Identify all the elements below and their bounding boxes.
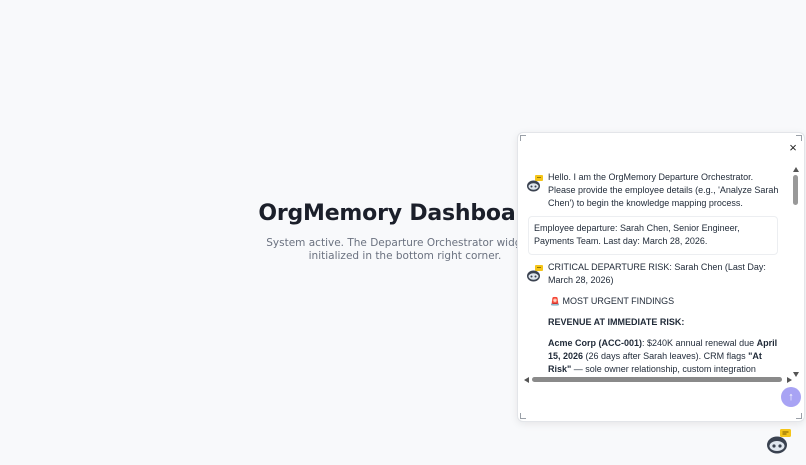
- risk-item: Acme Corp (ACC-001): $240K annual renewa…: [548, 337, 782, 375]
- risk-text: (26 days after Sarah leaves). CRM flags: [583, 351, 749, 361]
- user-message: Employee departure: Sarah Chen, Senior E…: [528, 216, 778, 255]
- horizontal-scroll-thumb[interactable]: [532, 377, 782, 382]
- scroll-right-icon[interactable]: [787, 377, 792, 383]
- robot-chat-icon: [527, 265, 543, 282]
- scroll-down-icon[interactable]: [793, 372, 799, 377]
- page-title: OrgMemory Dashboard: [258, 201, 542, 226]
- bot-message-text: Hello. I am the OrgMemory Departure Orch…: [548, 172, 779, 208]
- bot-message: CRITICAL DEPARTURE RISK: Sarah Chen (Las…: [518, 261, 790, 375]
- message-input[interactable]: [524, 387, 774, 411]
- findings-label: MOST URGENT FINDINGS: [562, 296, 675, 306]
- resize-corner-bottom-right[interactable]: [796, 413, 802, 419]
- bot-message: Hello. I am the OrgMemory Departure Orch…: [518, 171, 790, 210]
- chat-launcher-button[interactable]: [765, 428, 793, 456]
- scroll-left-icon[interactable]: [524, 377, 529, 383]
- section-heading: REVENUE AT IMMEDIATE RISK:: [548, 317, 685, 327]
- message-list[interactable]: Hello. I am the OrgMemory Departure Orch…: [518, 167, 790, 375]
- vertical-scroll-thumb[interactable]: [793, 175, 798, 205]
- account-name: Acme Corp (ACC-001): [548, 338, 643, 348]
- scroll-up-icon[interactable]: [793, 167, 799, 172]
- risk-text: : $240K annual renewal due: [642, 338, 757, 348]
- vertical-scrollbar[interactable]: [792, 167, 802, 377]
- report-heading: CRITICAL DEPARTURE RISK: Sarah Chen (Las…: [548, 262, 766, 285]
- orchestrator-widget: × Hello. I am the OrgMemory Departure Or…: [517, 132, 805, 422]
- robot-chat-icon: [767, 429, 791, 454]
- send-button[interactable]: ↑: [781, 387, 801, 407]
- findings-line: 🚨 MOST URGENT FINDINGS: [548, 295, 782, 308]
- resize-corner-bottom-left[interactable]: [520, 413, 526, 419]
- bot-report: CRITICAL DEPARTURE RISK: Sarah Chen (Las…: [548, 261, 790, 375]
- horizontal-scrollbar[interactable]: [524, 376, 792, 384]
- resize-corner-top-left[interactable]: [520, 135, 526, 141]
- alarm-icon: 🚨: [550, 297, 560, 306]
- close-button[interactable]: ×: [786, 141, 800, 155]
- risk-text: — sole owner relationship, custom integr…: [573, 364, 756, 374]
- robot-chat-icon: [527, 175, 543, 192]
- arrow-up-icon: ↑: [788, 391, 794, 403]
